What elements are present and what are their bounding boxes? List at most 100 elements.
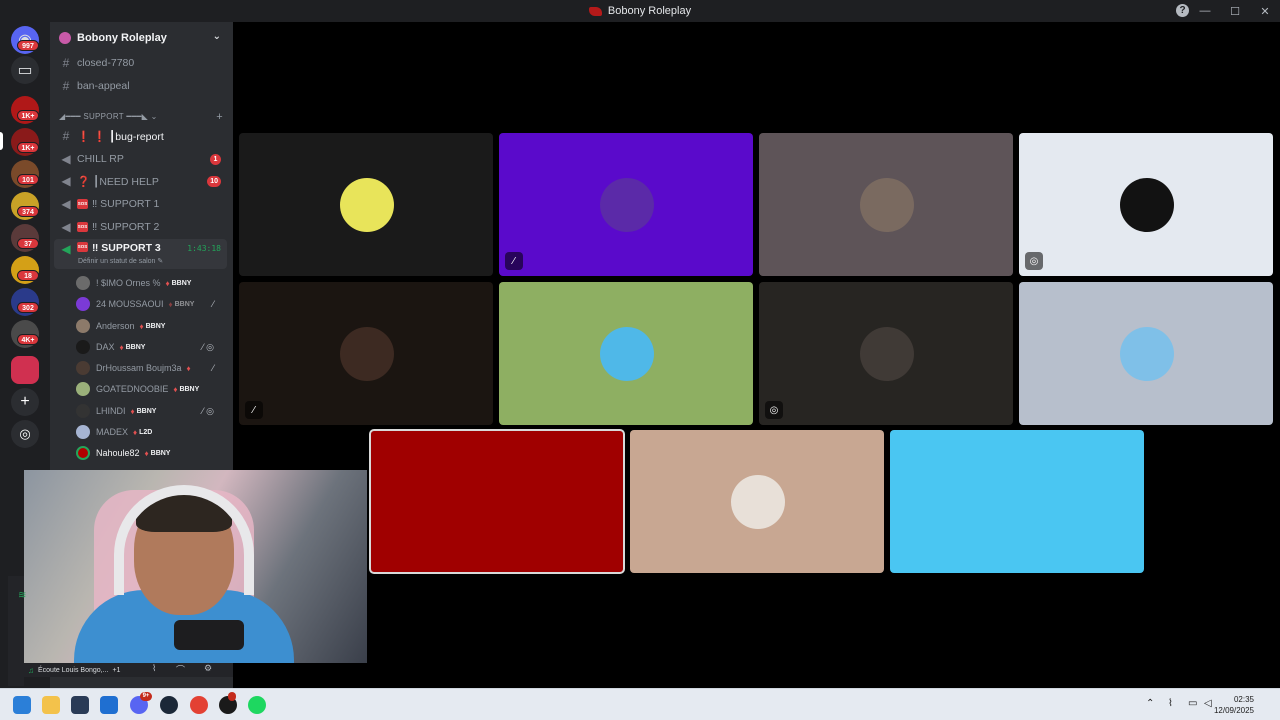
sos-icon: SOS bbox=[77, 222, 88, 232]
server-badge-1: 1K+ bbox=[17, 110, 39, 121]
voice-channel-icon: ◀ bbox=[61, 197, 71, 211]
server-badge-4: 374 bbox=[17, 206, 39, 217]
avatar bbox=[76, 404, 90, 418]
close-icon[interactable]: ✕ bbox=[1250, 0, 1280, 22]
voice-member[interactable]: GOATEDNOOBIE ♦ BBNY bbox=[76, 380, 226, 398]
avatar bbox=[1120, 178, 1174, 232]
display-icon[interactable]: ▭ bbox=[1188, 698, 1197, 709]
system-tray: ⌃ ⌇ ▭ ◁ bbox=[1140, 689, 1280, 720]
category-label: ◢━━━ SUPPORT ━━━◣ ⌄ bbox=[59, 112, 158, 121]
voice-member[interactable]: DAX ♦ BBNY ⁄ ◎ bbox=[76, 338, 226, 356]
chevron-up-icon[interactable]: ⌃ bbox=[1146, 698, 1154, 709]
avatar bbox=[76, 425, 90, 439]
channel-label: ❓ ┃NEED HELP bbox=[77, 175, 159, 188]
chevron-down-icon[interactable]: ⌄ bbox=[213, 31, 221, 42]
voice-member[interactable]: Anderson ♦ BBNY bbox=[76, 317, 226, 335]
participant-tile[interactable] bbox=[890, 430, 1144, 573]
mic-off-icon: ⁄ bbox=[212, 299, 214, 309]
avatar bbox=[76, 446, 90, 460]
channel-bug-report[interactable]: # ❗ ❗ ┃bug-report bbox=[54, 126, 227, 146]
voice-member[interactable]: DrHoussam Boujm3a ♦ ⁄ bbox=[76, 359, 226, 377]
channel-chill-rp[interactable]: ◀ CHILL RP 1 bbox=[54, 149, 227, 169]
channel-need-help[interactable]: ◀ ❓ ┃NEED HELP 10 bbox=[54, 171, 227, 191]
sos-icon: SOS bbox=[77, 242, 88, 252]
mic-icon[interactable]: ⌇ bbox=[152, 663, 156, 674]
member-tag: ♦ bbox=[187, 364, 193, 373]
discord-badge: 9+ bbox=[140, 692, 152, 701]
file-explorer-icon[interactable] bbox=[42, 696, 60, 714]
add-server-icon[interactable]: + bbox=[11, 388, 39, 416]
voice-panel: ≋ bbox=[8, 576, 26, 686]
volume-icon[interactable]: ◁ bbox=[1204, 698, 1212, 709]
headphones-icon[interactable]: ⌒ bbox=[176, 663, 185, 676]
voice-member[interactable]: LHINDI ♦ BBNY ⁄ ◎ bbox=[76, 402, 226, 420]
help-icon[interactable]: ? bbox=[1176, 4, 1189, 17]
participant-tile[interactable] bbox=[499, 282, 753, 425]
channel-label: ❗ ❗ ┃bug-report bbox=[77, 130, 164, 143]
deafen-icon: ◎ bbox=[1025, 252, 1043, 270]
member-name: MADEX bbox=[96, 427, 129, 437]
participant-tile[interactable]: ⁄ bbox=[239, 282, 493, 425]
channel-support-1[interactable]: ◀ SOS ‼ SUPPORT 1 bbox=[54, 194, 227, 214]
mic-tray-icon[interactable]: ⌇ bbox=[1168, 698, 1173, 709]
avatar bbox=[860, 178, 914, 232]
channel-closed-7780[interactable]: # closed-7780 bbox=[54, 53, 227, 73]
voice-member[interactable]: ! $IMO Ornes % ♦ BBNY bbox=[76, 274, 226, 292]
window-title-text: Bobony Roleplay bbox=[607, 5, 692, 17]
tag-label: BBNY bbox=[179, 385, 200, 393]
voice-member[interactable]: MADEX ♦ L2D bbox=[76, 423, 226, 441]
inbox-icon[interactable]: ▭ bbox=[11, 56, 39, 84]
channel-status-input[interactable]: Définir un statut de salon ✎ bbox=[78, 257, 163, 265]
channel-ban-appeal[interactable]: # ban-appeal bbox=[54, 76, 227, 96]
settings-icon[interactable]: ⚙ bbox=[204, 663, 212, 674]
participant-tile[interactable]: ⁄ bbox=[499, 133, 753, 276]
voice-channel-icon: ◀ bbox=[61, 220, 71, 234]
participant-tile[interactable] bbox=[630, 430, 884, 573]
user-status-bar: ♫ Écoute Louis Bongo,... +1 ⌇ ⌒ ⚙ bbox=[24, 663, 233, 677]
avatar bbox=[600, 178, 654, 232]
steam-icon[interactable] bbox=[160, 696, 178, 714]
avatar bbox=[991, 475, 1045, 529]
maximize-icon[interactable]: ☐ bbox=[1220, 0, 1250, 22]
store-icon[interactable] bbox=[71, 696, 89, 714]
participant-tile[interactable]: ◎ bbox=[1019, 133, 1273, 276]
voice-member[interactable]: 24 MOUSSAOUI ♦ BBNY ⁄ bbox=[76, 295, 226, 313]
participant-tile[interactable] bbox=[759, 133, 1013, 276]
add-channel-icon[interactable]: + bbox=[216, 111, 223, 123]
participant-tile[interactable] bbox=[1019, 282, 1273, 425]
channel-label: ‼ SUPPORT 1 bbox=[92, 198, 160, 210]
flame-icon: ♦ bbox=[186, 363, 191, 373]
channel-support-3[interactable]: ◀ SOS ‼ SUPPORT 3 1:43:18 Définir un sta… bbox=[54, 239, 227, 269]
participant-tile[interactable]: ◎ bbox=[759, 282, 1013, 425]
mic-off-deafen-icon: ⁄ ◎ bbox=[202, 405, 214, 416]
server-badge-3: 101 bbox=[17, 174, 39, 185]
spotify-icon[interactable] bbox=[248, 696, 266, 714]
clock-date: 12/09/2025 bbox=[1213, 706, 1254, 715]
tag-label: BBNY bbox=[125, 343, 146, 351]
server-icon-9[interactable] bbox=[11, 356, 39, 384]
server-header[interactable]: Bobony Roleplay ⌄ bbox=[50, 22, 233, 54]
avatar bbox=[1120, 327, 1174, 381]
sos-icon: SOS bbox=[77, 199, 88, 209]
channel-label: ‼ SUPPORT 3 bbox=[92, 242, 161, 254]
member-tag: ♦ BBNY bbox=[166, 279, 192, 288]
user-count-badge: 1 bbox=[210, 154, 221, 165]
category-support[interactable]: ◢━━━ SUPPORT ━━━◣ ⌄ + bbox=[59, 111, 229, 126]
windows-start-icon[interactable] bbox=[13, 696, 31, 714]
voice-member[interactable]: Nahoule82 ♦ BBNY bbox=[76, 444, 226, 462]
chrome-icon[interactable] bbox=[190, 696, 208, 714]
minimize-icon[interactable]: — bbox=[1190, 0, 1220, 22]
member-tag: ♦ BBNY bbox=[173, 385, 199, 394]
member-name: 24 MOUSSAOUI bbox=[96, 299, 164, 309]
participant-tile-speaking[interactable] bbox=[369, 429, 625, 574]
participant-tile[interactable] bbox=[239, 133, 493, 276]
tag-label: L2D bbox=[139, 428, 153, 436]
outlook-icon[interactable] bbox=[100, 696, 118, 714]
server-badge-8: 4K+ bbox=[17, 334, 39, 345]
status-extra: +1 bbox=[112, 666, 121, 674]
member-name: GOATEDNOOBIE bbox=[96, 384, 169, 394]
clock[interactable]: 02:35 12/09/2025 bbox=[1214, 694, 1254, 716]
discover-icon[interactable]: ◎ bbox=[11, 420, 39, 448]
member-tag: ♦ BBNY bbox=[120, 343, 146, 352]
channel-support-2[interactable]: ◀ SOS ‼ SUPPORT 2 bbox=[54, 217, 227, 237]
